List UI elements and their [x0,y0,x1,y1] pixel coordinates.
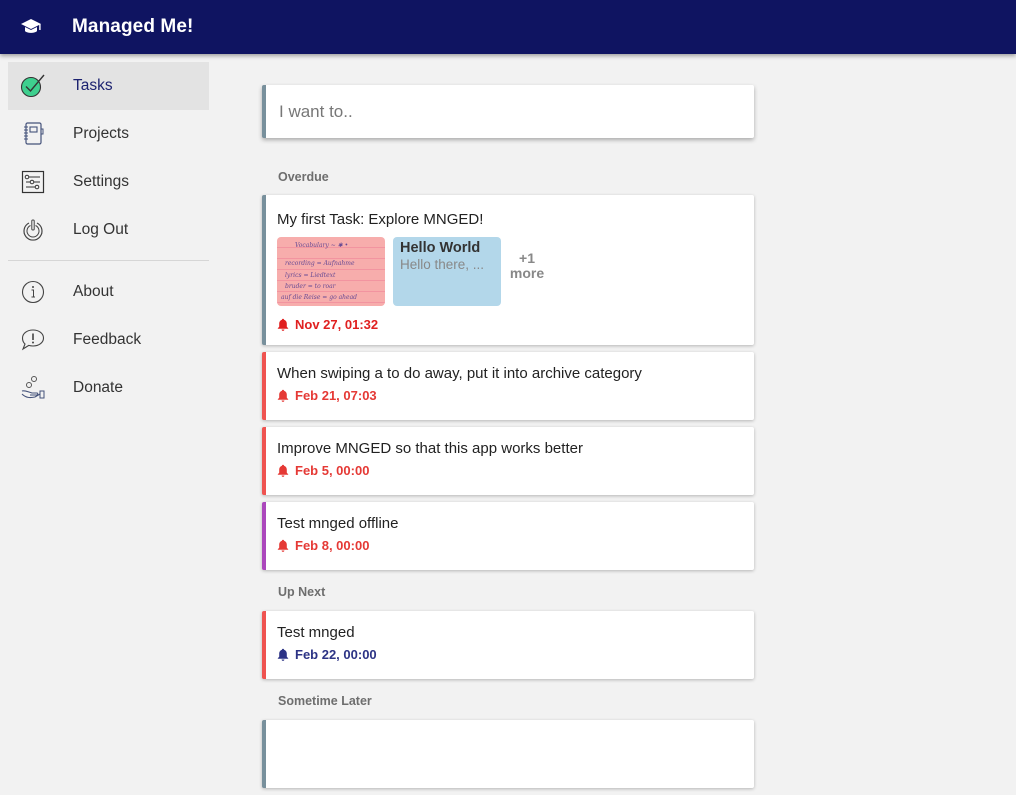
donate-icon [20,375,46,401]
sidebar-item-tasks[interactable]: Tasks [8,62,209,110]
task-card[interactable] [262,720,754,788]
notebook-icon [20,121,46,147]
sliders-icon [20,169,46,195]
task-card[interactable]: My first Task: Explore MNGED! Vocabulary… [262,195,754,345]
note-title: Hello World [400,240,481,256]
task-reminder: Feb 22, 00:00 [277,647,742,675]
image-attachment[interactable]: Vocabulary ~ ✱ • recording = Aufnahme ly… [277,237,385,306]
bell-icon [277,464,289,477]
app-title: Managed Me! [72,16,194,37]
bell-icon [277,389,289,402]
app-bar: Managed Me! [0,0,1016,54]
image-text: bruder = to roar [285,283,336,290]
sidebar-item-label: Settings [73,173,130,190]
note-body: Hello there, ... [400,257,485,272]
note-attachment[interactable]: Hello World Hello there, ... [393,237,501,306]
image-text: recording = Aufnahme [285,260,355,267]
task-reminder: Feb 8, 00:00 [277,538,742,566]
task-title: My first Task: Explore MNGED! [277,211,484,228]
sidebar-item-label: Donate [73,379,123,396]
reminder-time: Feb 8, 00:00 [295,538,370,553]
bell-icon [277,539,289,552]
sidebar: Tasks Projects Settings Log Out About Fe… [8,62,209,412]
sidebar-item-label: Feedback [73,331,142,348]
quick-add-input[interactable] [279,101,719,122]
graduation-cap-icon [20,17,44,37]
sidebar-item-label: Tasks [73,77,113,94]
sidebar-item-projects[interactable]: Projects [8,110,209,158]
image-text: auf die Reise = go ahead [281,294,358,301]
task-title: Improve MNGED so that this app works bet… [277,440,583,457]
task-card[interactable]: Test mnged offline Feb 8, 00:00 [262,502,754,570]
more-label: more [509,265,545,281]
sidebar-item-log-out[interactable]: Log Out [8,206,209,254]
reminder-time: Feb 22, 00:00 [295,647,377,662]
task-card[interactable]: Test mnged Feb 22, 00:00 [262,611,754,679]
section-label-sometime-later: Sometime Later [278,694,372,708]
more-attachments[interactable]: +1 more [509,237,545,306]
task-title: Test mnged [277,624,355,641]
task-reminder: Feb 21, 07:03 [277,388,742,416]
sidebar-item-label: Log Out [73,221,129,238]
reminder-time: Feb 5, 00:00 [295,463,370,478]
sidebar-item-settings[interactable]: Settings [8,158,209,206]
task-title: When swiping a to do away, put it into a… [277,365,642,382]
sidebar-item-donate[interactable]: Donate [8,364,209,412]
task-card[interactable]: Improve MNGED so that this app works bet… [262,427,754,495]
info-icon [20,279,46,305]
check-circle-icon [20,73,46,99]
task-reminder: Feb 5, 00:00 [277,463,742,491]
bell-icon [277,648,289,661]
image-text: Vocabulary ~ ✱ • [295,242,349,249]
image-text: lyrics = Liedtext [285,272,336,279]
more-count: +1 [519,250,535,266]
section-label-up-next: Up Next [278,585,326,599]
feedback-icon [20,327,46,353]
sidebar-item-label: About [73,283,114,300]
task-reminder: Nov 27, 01:32 [277,317,742,345]
reminder-time: Feb 21, 07:03 [295,388,377,403]
power-icon [20,217,46,243]
task-list-main: Overdue My first Task: Explore MNGED! Vo… [262,85,754,795]
quick-add-bar[interactable] [262,85,754,138]
section-label-overdue: Overdue [278,170,329,184]
task-card[interactable]: When swiping a to do away, put it into a… [262,352,754,420]
task-title: Test mnged offline [277,515,399,532]
sidebar-divider [8,260,209,261]
reminder-time: Nov 27, 01:32 [295,317,379,332]
bell-icon [277,318,289,331]
sidebar-item-feedback[interactable]: Feedback [8,316,209,364]
task-attachments: Vocabulary ~ ✱ • recording = Aufnahme ly… [277,237,742,306]
sidebar-item-label: Projects [73,125,129,142]
sidebar-item-about[interactable]: About [8,268,209,316]
task-title [277,720,742,736]
